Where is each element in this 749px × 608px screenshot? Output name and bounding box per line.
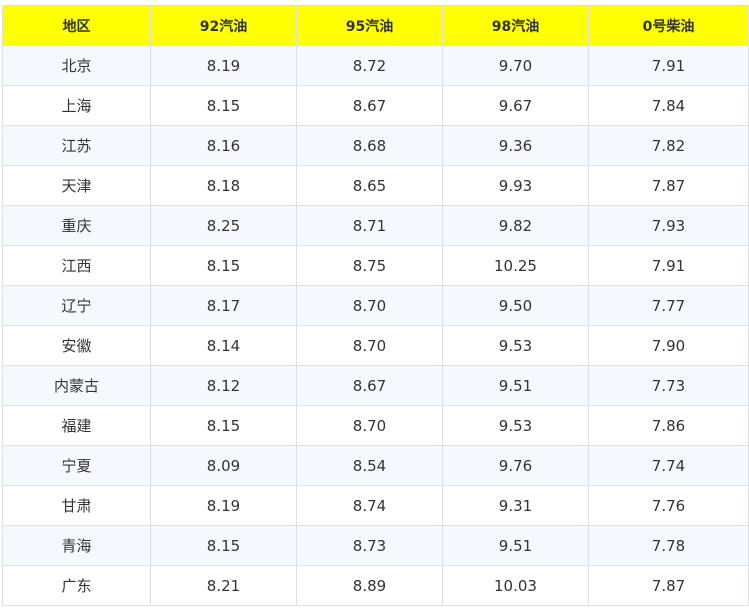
cell-92-gasoline: 8.16: [150, 125, 297, 166]
cell-98-gasoline: 9.70: [442, 45, 589, 86]
cell-0-diesel: 7.73: [588, 365, 749, 406]
cell-region: 福建: [2, 405, 151, 446]
cell-98-gasoline: 9.76: [442, 445, 589, 486]
cell-region: 江西: [2, 245, 151, 286]
cell-98-gasoline: 9.82: [442, 205, 589, 246]
table-row: 福建 8.15 8.70 9.53 7.86: [2, 405, 749, 446]
cell-92-gasoline: 8.15: [150, 245, 297, 286]
table-row: 重庆 8.25 8.71 9.82 7.93: [2, 205, 749, 246]
cell-95-gasoline: 8.65: [296, 165, 443, 206]
cell-95-gasoline: 8.70: [296, 405, 443, 446]
cell-95-gasoline: 8.67: [296, 85, 443, 126]
cell-98-gasoline: 9.36: [442, 125, 589, 166]
cell-0-diesel: 7.78: [588, 525, 749, 566]
header-95-gasoline: 95汽油: [296, 5, 443, 46]
table-row: 青海 8.15 8.73 9.51 7.78: [2, 525, 749, 566]
cell-98-gasoline: 9.93: [442, 165, 589, 206]
cell-0-diesel: 7.84: [588, 85, 749, 126]
cell-region: 上海: [2, 85, 151, 126]
cell-92-gasoline: 8.15: [150, 85, 297, 126]
cell-95-gasoline: 8.89: [296, 565, 443, 606]
table-row: 天津 8.18 8.65 9.93 7.87: [2, 165, 749, 206]
cell-95-gasoline: 8.67: [296, 365, 443, 406]
cell-region: 青海: [2, 525, 151, 566]
cell-98-gasoline: 9.50: [442, 285, 589, 326]
cell-0-diesel: 7.87: [588, 165, 749, 206]
cell-98-gasoline: 9.31: [442, 485, 589, 526]
cell-95-gasoline: 8.70: [296, 285, 443, 326]
cell-region: 江苏: [2, 125, 151, 166]
cell-92-gasoline: 8.17: [150, 285, 297, 326]
cell-92-gasoline: 8.21: [150, 565, 297, 606]
cell-92-gasoline: 8.15: [150, 525, 297, 566]
cell-region: 天津: [2, 165, 151, 206]
cell-98-gasoline: 9.53: [442, 325, 589, 366]
cell-92-gasoline: 8.14: [150, 325, 297, 366]
cell-98-gasoline: 9.67: [442, 85, 589, 126]
cell-region: 安徽: [2, 325, 151, 366]
cell-92-gasoline: 8.09: [150, 445, 297, 486]
cell-0-diesel: 7.91: [588, 45, 749, 86]
cell-95-gasoline: 8.71: [296, 205, 443, 246]
cell-region: 北京: [2, 45, 151, 86]
cell-0-diesel: 7.93: [588, 205, 749, 246]
table-row: 辽宁 8.17 8.70 9.50 7.77: [2, 285, 749, 326]
cell-0-diesel: 7.74: [588, 445, 749, 486]
table-row: 宁夏 8.09 8.54 9.76 7.74: [2, 445, 749, 486]
header-92-gasoline: 92汽油: [150, 5, 297, 46]
cell-0-diesel: 7.82: [588, 125, 749, 166]
table-row: 甘肃 8.19 8.74 9.31 7.76: [2, 485, 749, 526]
table-header: 地区 92汽油 95汽油 98汽油 0号柴油: [2, 5, 749, 46]
cell-region: 甘肃: [2, 485, 151, 526]
cell-95-gasoline: 8.54: [296, 445, 443, 486]
cell-98-gasoline: 9.53: [442, 405, 589, 446]
fuel-price-table: 地区 92汽油 95汽油 98汽油 0号柴油 北京 8.19 8.72 9.70 7.9…: [2, 5, 749, 606]
header-region: 地区: [2, 5, 151, 46]
cell-92-gasoline: 8.19: [150, 45, 297, 86]
cell-region: 内蒙古: [2, 365, 151, 406]
cell-0-diesel: 7.91: [588, 245, 749, 286]
cell-region: 宁夏: [2, 445, 151, 486]
page: 地区 92汽油 95汽油 98汽油 0号柴油 北京 8.19 8.72 9.70 7.9…: [0, 0, 749, 608]
cell-95-gasoline: 8.75: [296, 245, 443, 286]
cell-region: 重庆: [2, 205, 151, 246]
table-row: 北京 8.19 8.72 9.70 7.91: [2, 45, 749, 86]
cell-0-diesel: 7.77: [588, 285, 749, 326]
cell-0-diesel: 7.86: [588, 405, 749, 446]
cell-92-gasoline: 8.12: [150, 365, 297, 406]
cell-98-gasoline: 9.51: [442, 525, 589, 566]
table-row: 江西 8.15 8.75 10.25 7.91: [2, 245, 749, 286]
cell-92-gasoline: 8.25: [150, 205, 297, 246]
cell-0-diesel: 7.76: [588, 485, 749, 526]
cell-92-gasoline: 8.15: [150, 405, 297, 446]
cell-95-gasoline: 8.73: [296, 525, 443, 566]
header-0-diesel: 0号柴油: [588, 5, 749, 46]
cell-98-gasoline: 10.03: [442, 565, 589, 606]
cell-region: 广东: [2, 565, 151, 606]
table-row: 内蒙古 8.12 8.67 9.51 7.73: [2, 365, 749, 406]
cell-98-gasoline: 9.51: [442, 365, 589, 406]
cell-92-gasoline: 8.18: [150, 165, 297, 206]
header-row: 地区 92汽油 95汽油 98汽油 0号柴油: [2, 5, 749, 46]
table-row: 江苏 8.16 8.68 9.36 7.82: [2, 125, 749, 166]
cell-95-gasoline: 8.74: [296, 485, 443, 526]
table-row: 上海 8.15 8.67 9.67 7.84: [2, 85, 749, 126]
cell-98-gasoline: 10.25: [442, 245, 589, 286]
cell-92-gasoline: 8.19: [150, 485, 297, 526]
cell-95-gasoline: 8.70: [296, 325, 443, 366]
cell-region: 辽宁: [2, 285, 151, 326]
table-body: 北京 8.19 8.72 9.70 7.91 上海 8.15 8.67 9.67 7.84 江苏 8.…: [2, 45, 749, 606]
cell-95-gasoline: 8.68: [296, 125, 443, 166]
cell-0-diesel: 7.87: [588, 565, 749, 606]
cell-0-diesel: 7.90: [588, 325, 749, 366]
cell-95-gasoline: 8.72: [296, 45, 443, 86]
table-row: 广东 8.21 8.89 10.03 7.87: [2, 565, 749, 606]
table-row: 安徽 8.14 8.70 9.53 7.90: [2, 325, 749, 366]
header-98-gasoline: 98汽油: [442, 5, 589, 46]
